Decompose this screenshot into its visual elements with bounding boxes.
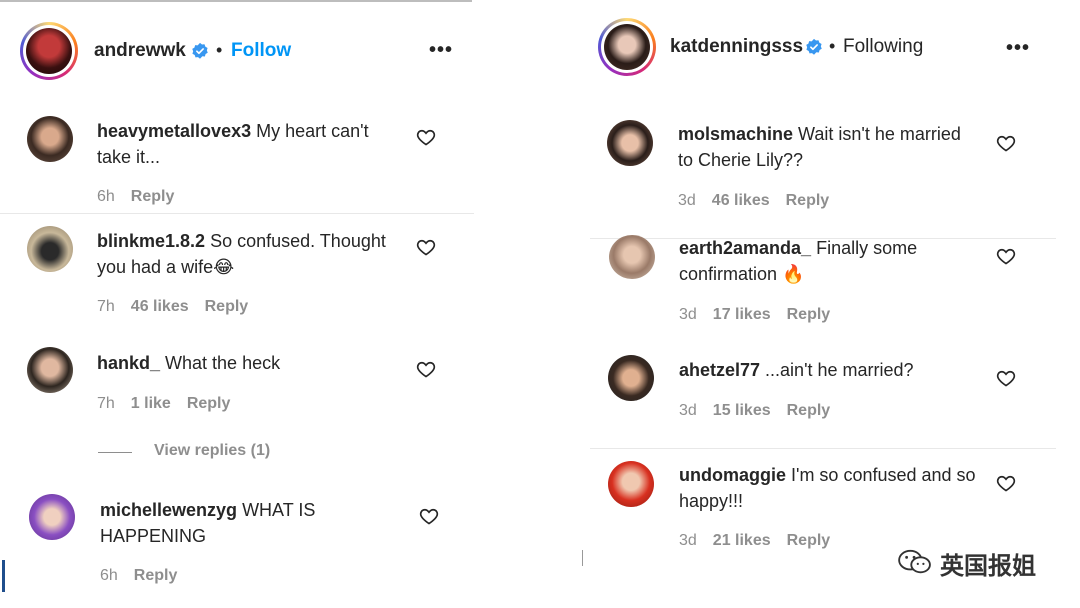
more-options-icon[interactable]: ••• <box>429 39 453 62</box>
avatar[interactable] <box>27 347 73 393</box>
comment-time: 3d <box>679 402 697 419</box>
likes-count[interactable]: 46 likes <box>712 192 770 209</box>
following-button[interactable]: Following <box>843 36 923 58</box>
reply-button[interactable]: Reply <box>134 567 178 584</box>
comment-text: What the heck <box>165 353 281 373</box>
comment-username[interactable]: hankd_ <box>97 353 160 373</box>
divider <box>590 448 1056 449</box>
avatar <box>604 24 650 70</box>
edge-mark <box>2 560 5 592</box>
avatar-story-ring[interactable] <box>598 18 656 76</box>
like-heart-icon[interactable] <box>416 359 436 379</box>
comment-time: 6h <box>97 188 115 205</box>
like-heart-icon[interactable] <box>996 246 1016 266</box>
avatar[interactable] <box>607 120 653 166</box>
avatar[interactable] <box>27 226 73 272</box>
post-header: katdenningsss • Following ••• <box>580 0 1080 100</box>
like-heart-icon[interactable] <box>996 368 1016 388</box>
watermark-text: 英国报姐 <box>940 553 1036 580</box>
likes-count[interactable]: 1 like <box>131 395 171 412</box>
separator-dot: • <box>216 40 223 60</box>
comment-time: 7h <box>97 395 115 412</box>
comment-text: ...ain't he married? <box>765 360 914 380</box>
comment-username[interactable]: heavymetallovex3 <box>97 121 251 141</box>
avatar[interactable] <box>29 494 75 540</box>
like-heart-icon[interactable] <box>416 237 436 257</box>
edge-mark <box>582 550 583 566</box>
avatar[interactable] <box>608 461 654 507</box>
likes-count[interactable]: 46 likes <box>131 298 189 315</box>
like-heart-icon[interactable] <box>419 506 439 526</box>
reply-button[interactable]: Reply <box>787 402 831 419</box>
username[interactable]: andrewwk <box>94 40 186 62</box>
reply-button[interactable]: Reply <box>786 192 830 209</box>
right-post-panel: katdenningsss • Following ••• molsmachin… <box>580 0 1080 608</box>
view-replies-line <box>98 452 132 453</box>
like-heart-icon[interactable] <box>996 473 1016 493</box>
separator-dot: • <box>829 36 836 56</box>
verified-badge-icon <box>806 38 822 55</box>
like-heart-icon[interactable] <box>996 133 1016 153</box>
comment-username[interactable]: undomaggie <box>679 465 786 485</box>
reply-button[interactable]: Reply <box>787 306 831 323</box>
comment-username[interactable]: michellewenzyg <box>100 500 237 520</box>
comment-username[interactable]: molsmachine <box>678 124 793 144</box>
avatar[interactable] <box>27 116 73 162</box>
likes-count[interactable]: 15 likes <box>713 402 771 419</box>
avatar <box>26 28 72 74</box>
likes-count[interactable]: 21 likes <box>713 532 771 549</box>
avatar[interactable] <box>609 235 655 279</box>
comment-username[interactable]: earth2amanda_ <box>679 238 811 258</box>
comment-time: 7h <box>97 298 115 315</box>
username[interactable]: katdenningsss <box>670 36 803 58</box>
reply-button[interactable]: Reply <box>187 395 231 412</box>
follow-button[interactable]: Follow <box>231 40 291 62</box>
divider <box>0 213 474 214</box>
wechat-icon <box>898 549 931 574</box>
comment-time: 3d <box>679 532 697 549</box>
view-replies-button[interactable]: View replies (1) <box>154 442 270 460</box>
post-header: andrewwk • Follow ••• <box>0 0 478 100</box>
more-options-icon[interactable]: ••• <box>1006 37 1030 60</box>
reply-button[interactable]: Reply <box>787 532 831 549</box>
left-post-panel: andrewwk • Follow ••• heavymetallovex3 My… <box>0 0 478 608</box>
comment-username[interactable]: blinkme1.8.2 <box>97 231 205 251</box>
comment-time: 6h <box>100 567 118 584</box>
reply-button[interactable]: Reply <box>205 298 249 315</box>
reply-button[interactable]: Reply <box>131 188 175 205</box>
comment-time: 3d <box>679 306 697 323</box>
avatar-story-ring[interactable] <box>20 22 78 80</box>
likes-count[interactable]: 17 likes <box>713 306 771 323</box>
avatar[interactable] <box>608 355 654 401</box>
like-heart-icon[interactable] <box>416 127 436 147</box>
comment-username[interactable]: ahetzel77 <box>679 360 760 380</box>
verified-badge-icon <box>192 42 208 59</box>
comment-time: 3d <box>678 192 696 209</box>
